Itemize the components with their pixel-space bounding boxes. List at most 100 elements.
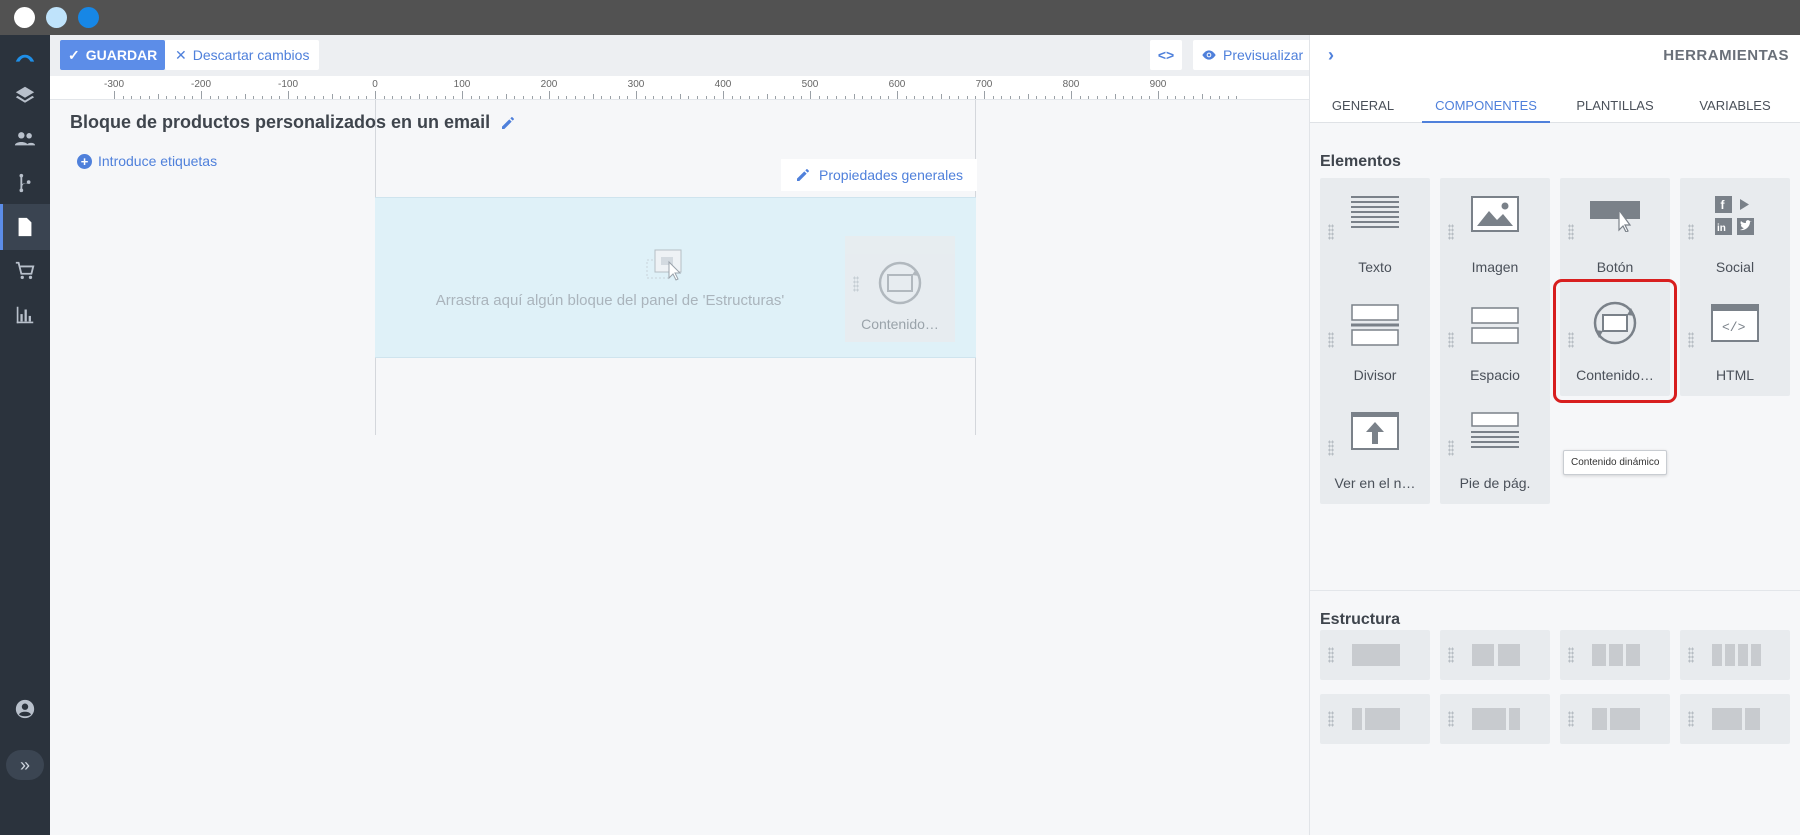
column-block [1712, 644, 1722, 666]
window-minimize-dot[interactable] [46, 7, 67, 28]
structure-3-columns[interactable] [1560, 630, 1670, 680]
ruler-minor-tick [1079, 96, 1081, 99]
ruler-minor-tick [1192, 96, 1194, 99]
structure-third-twothirds[interactable] [1560, 694, 1670, 744]
ruler-minor-tick [975, 96, 977, 99]
ruler-minor-tick [557, 96, 559, 99]
ruler-major-tick [462, 91, 463, 99]
tab-components[interactable]: COMPONENTES [1422, 88, 1550, 123]
structure-2-columns[interactable] [1440, 630, 1550, 680]
collapse-panel-chevron-icon[interactable]: › [1328, 45, 1334, 66]
ruler-minor-tick [253, 96, 255, 99]
expand-sidebar-button[interactable]: » [6, 750, 44, 780]
column-block [1352, 644, 1400, 666]
component-spacer[interactable]: Espacio [1440, 286, 1550, 396]
structure-wide-narrow[interactable] [1440, 694, 1550, 744]
ruler-minor-tick [1201, 94, 1203, 99]
component-button[interactable]: Botón [1560, 178, 1670, 288]
drag-grip-icon [853, 276, 859, 292]
ruler-minor-tick [923, 96, 925, 99]
tab-variables[interactable]: VARIABLES [1680, 88, 1790, 123]
nav-automation[interactable] [0, 160, 50, 206]
dragged-component-ghost[interactable]: Contenido… [845, 236, 955, 342]
column-block [1592, 644, 1606, 666]
text-icon [1351, 196, 1399, 228]
tab-general[interactable]: GENERAL [1318, 88, 1408, 123]
ruler-minor-tick [905, 96, 907, 99]
save-button[interactable]: ✓ GUARDAR [60, 40, 166, 70]
dragged-item-label: Contenido… [861, 316, 939, 332]
ruler-minor-tick [575, 96, 577, 99]
nav-ecommerce[interactable] [0, 248, 50, 294]
ruler-minor-tick [514, 96, 516, 99]
code-view-button[interactable]: <> [1150, 40, 1182, 70]
ruler-minor-tick [644, 96, 646, 99]
ruler-tick-label: 500 [801, 79, 819, 90]
drag-grip-icon [1568, 224, 1574, 240]
general-properties-button[interactable]: Propiedades generales [781, 159, 977, 191]
nav-layers[interactable] [0, 72, 50, 118]
structure-drop-zone[interactable]: Arrastra aquí algún bloque del panel de … [375, 197, 976, 358]
ruler-minor-tick [992, 96, 994, 99]
panel-tabs: GENERAL COMPONENTES PLANTILLAS VARIABLES [1310, 88, 1800, 123]
tab-templates[interactable]: PLANTILLAS [1560, 88, 1670, 123]
structure-1-column[interactable] [1320, 630, 1430, 680]
ruler-tick-label: 600 [888, 79, 906, 90]
window-close-dot[interactable] [14, 7, 35, 28]
component-footer[interactable]: Pie de pág. [1440, 394, 1550, 504]
nav-profile[interactable] [0, 686, 50, 732]
component-social[interactable]: f in Social [1680, 178, 1790, 288]
nav-content[interactable] [0, 204, 50, 250]
component-view-in-browser[interactable]: Ver en el n… [1320, 394, 1430, 504]
preview-button[interactable]: Previsualizar [1193, 40, 1312, 70]
component-text[interactable]: Texto [1320, 178, 1430, 288]
column-block [1626, 644, 1640, 666]
ruler-minor-tick [1114, 94, 1116, 99]
column-block [1498, 644, 1520, 666]
component-dynamic-content[interactable]: Contenido… [1553, 279, 1677, 403]
ruler-minor-tick [1044, 96, 1046, 99]
nav-reports[interactable] [0, 292, 50, 338]
component-label: Pie de pág. [1459, 475, 1531, 491]
ruler-major-tick [375, 91, 376, 99]
ruler-minor-tick [235, 96, 237, 99]
ruler-minor-tick [261, 96, 263, 99]
component-label: Social [1715, 259, 1755, 275]
ruler-minor-tick [444, 96, 446, 99]
ruler-minor-tick [1184, 96, 1186, 99]
ruler-minor-tick [1027, 94, 1029, 99]
ruler-minor-tick [279, 96, 281, 99]
component-html[interactable]: </> HTML [1680, 286, 1790, 396]
drag-grip-icon [1688, 647, 1694, 663]
ruler-major-tick [1071, 91, 1072, 99]
component-image[interactable]: Imagen [1440, 178, 1550, 288]
dynamic-content-tooltip: Contenido dinámico [1563, 450, 1668, 475]
component-divider[interactable]: Divisor [1320, 286, 1430, 396]
component-label: Espacio [1470, 367, 1520, 383]
edit-pencil-icon[interactable] [500, 115, 516, 131]
ruler-minor-tick [583, 96, 585, 99]
ruler-minor-tick [931, 96, 933, 99]
drag-grip-icon [1688, 224, 1694, 240]
ruler-minor-tick [696, 96, 698, 99]
drag-grip-icon [1328, 711, 1334, 727]
structure-twothirds-third[interactable] [1680, 694, 1790, 744]
ruler-minor-tick [888, 96, 890, 99]
column-block [1745, 708, 1760, 730]
html-icon: </> [1711, 304, 1759, 342]
window-maximize-dot[interactable] [78, 7, 99, 28]
ruler-minor-tick [270, 96, 272, 99]
ruler-minor-tick [505, 94, 507, 99]
structure-narrow-wide[interactable] [1320, 694, 1430, 744]
ruler-minor-tick [531, 96, 533, 99]
column-block [1352, 708, 1362, 730]
discard-changes-button[interactable]: ✕ Descartar cambios [165, 40, 320, 70]
ruler-minor-tick [331, 94, 333, 99]
drop-hint-text: Arrastra aquí algún bloque del panel de … [435, 292, 785, 309]
ruler-major-tick [114, 91, 115, 99]
structure-4-columns[interactable] [1680, 630, 1790, 680]
nav-contacts[interactable] [0, 116, 50, 162]
add-tags-link[interactable]: + Introduce etiquetas [77, 153, 217, 169]
ruler-minor-tick [662, 96, 664, 99]
ruler-minor-tick [1175, 96, 1177, 99]
